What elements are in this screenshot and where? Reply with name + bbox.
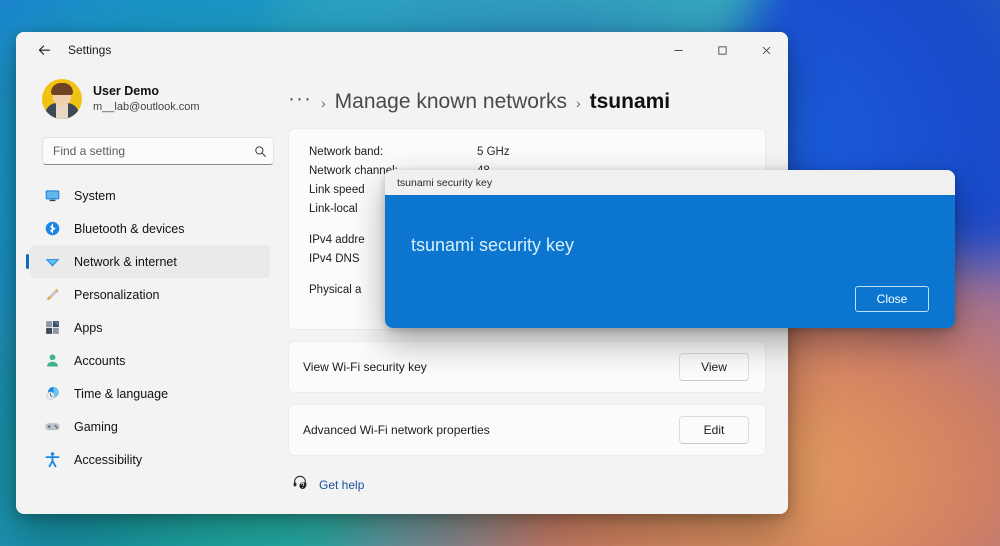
wifi-icon <box>42 252 62 272</box>
clock-globe-icon <box>42 384 62 404</box>
sidebar-item-bluetooth-devices[interactable]: Bluetooth & devices <box>30 212 270 245</box>
get-help-link[interactable]: Get help <box>288 474 766 495</box>
breadcrumb-link-manage-known-networks[interactable]: Manage known networks <box>335 90 567 114</box>
property-row: Network band: 5 GHz <box>309 143 745 162</box>
brush-icon <box>42 285 62 305</box>
search-icon <box>247 145 273 158</box>
sidebar-item-accessibility[interactable]: Accessibility <box>30 443 270 476</box>
close-button[interactable] <box>744 32 788 68</box>
sidebar-item-label: Apps <box>74 320 103 335</box>
dialog-titlebar: tsunami security key <box>385 170 955 195</box>
dialog-close-button[interactable]: Close <box>855 286 929 312</box>
edit-advanced-properties-button[interactable]: Edit <box>679 416 749 444</box>
gamepad-icon <box>42 417 62 437</box>
bluetooth-icon <box>42 219 62 239</box>
breadcrumb-separator: › <box>575 95 581 111</box>
action-label: View Wi-Fi security key <box>303 360 427 374</box>
breadcrumb-overflow-button[interactable]: ··· <box>288 88 312 108</box>
breadcrumb-current: tsunami <box>589 90 671 113</box>
dialog-title: tsunami security key <box>397 176 493 189</box>
breadcrumb: ··· › Manage known networks › tsunami <box>288 68 766 128</box>
breadcrumb-separator: › <box>320 95 326 111</box>
maximize-button[interactable] <box>700 32 744 68</box>
view-security-key-button[interactable]: View <box>679 353 749 381</box>
sidebar-nav: System Bluetooth & devices Network & int… <box>16 179 278 476</box>
profile-name: User Demo <box>93 84 159 99</box>
sidebar: User Demo m__lab@outlook.com Find a sett… <box>16 68 278 514</box>
dialog-body: tsunami security key Close <box>385 195 955 328</box>
apps-icon <box>42 318 62 338</box>
sidebar-item-personalization[interactable]: Personalization <box>30 278 270 311</box>
minimize-button[interactable] <box>656 32 700 68</box>
security-key-dialog: tsunami security key tsunami security ke… <box>385 170 955 328</box>
sidebar-item-network-internet[interactable]: Network & internet <box>26 245 270 278</box>
sidebar-item-label: Accounts <box>74 353 126 368</box>
sidebar-item-apps[interactable]: Apps <box>30 311 270 344</box>
minimize-icon <box>673 49 683 51</box>
sidebar-item-accounts[interactable]: Accounts <box>30 344 270 377</box>
advanced-properties-row: Advanced Wi-Fi network properties Edit <box>288 404 766 456</box>
accessibility-icon <box>42 450 62 470</box>
sidebar-item-label: Gaming <box>74 419 118 434</box>
get-help-label: Get help <box>319 477 365 492</box>
sidebar-item-label: Bluetooth & devices <box>74 221 185 236</box>
sidebar-item-system[interactable]: System <box>30 179 270 212</box>
sidebar-item-label: Accessibility <box>74 452 143 467</box>
view-security-key-row: View Wi-Fi security key View <box>288 341 766 393</box>
sidebar-item-label: Network & internet <box>74 254 177 269</box>
window-controls <box>656 32 788 68</box>
window-title: Settings <box>68 43 112 57</box>
sidebar-item-time-language[interactable]: Time & language <box>30 377 270 410</box>
person-icon <box>42 351 62 371</box>
monitor-icon <box>42 186 62 206</box>
help-headset-icon <box>292 474 308 495</box>
user-profile[interactable]: User Demo m__lab@outlook.com <box>16 68 278 122</box>
sidebar-item-label: System <box>74 188 116 203</box>
window-titlebar: Settings <box>16 32 788 68</box>
back-button[interactable] <box>28 35 60 65</box>
action-label: Advanced Wi-Fi network properties <box>303 423 490 437</box>
back-arrow-icon <box>38 44 50 55</box>
maximize-icon <box>717 45 727 55</box>
property-key: Network band: <box>309 146 384 158</box>
profile-email: m__lab@outlook.com <box>93 100 200 113</box>
sidebar-item-gaming[interactable]: Gaming <box>30 410 270 443</box>
search-box[interactable] <box>42 137 274 165</box>
sidebar-item-label: Time & language <box>74 386 169 401</box>
close-icon <box>762 46 770 54</box>
search-input[interactable] <box>43 144 247 158</box>
avatar <box>42 79 82 119</box>
property-value: 5 GHz <box>477 146 510 158</box>
active-indicator <box>26 254 29 269</box>
dialog-message: tsunami security key <box>411 235 575 255</box>
sidebar-item-label: Personalization <box>74 287 160 302</box>
